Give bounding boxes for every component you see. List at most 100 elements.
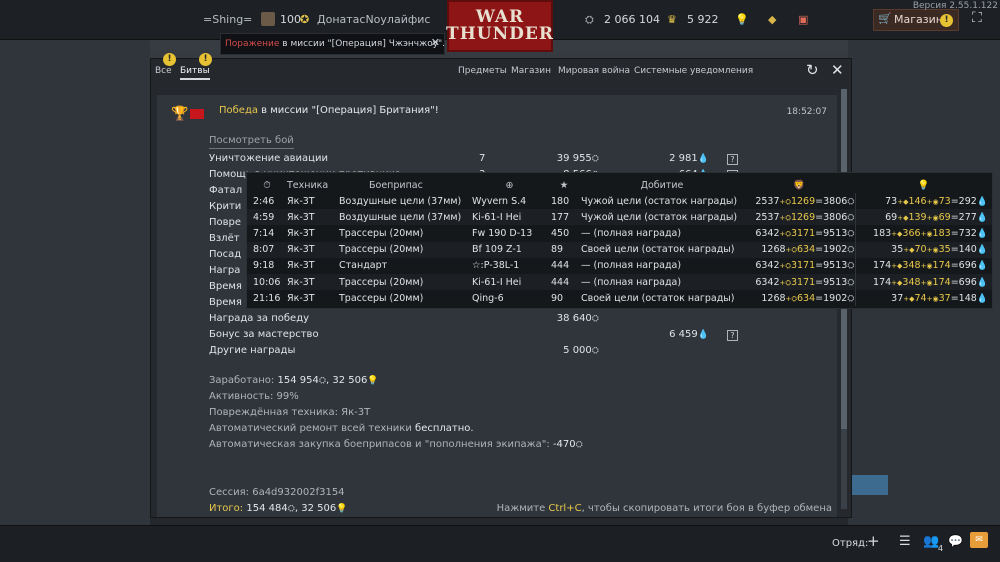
reward-rp: 2 981💧 bbox=[629, 153, 709, 164]
toast-text: в миссии "[Операция] Чжэнчжоу". bbox=[279, 39, 446, 49]
tab-system-notifications[interactable]: Системные уведомления bbox=[634, 66, 753, 76]
player-rank: 100 bbox=[280, 13, 301, 26]
cart-icon: 🛒 bbox=[878, 12, 892, 25]
kill-row: 10:06 Як-3Т Трассеры (20мм) Ki-61-I Hei 444—… bbox=[247, 273, 992, 291]
tab-all-warning-icon: ! bbox=[163, 53, 176, 66]
close-icon[interactable]: ✕ bbox=[831, 61, 844, 79]
reward-label: Другие награды bbox=[209, 345, 296, 356]
research-bulb-icon: 💡 bbox=[917, 179, 930, 191]
reward-label: Посад bbox=[209, 249, 242, 260]
kill-time: 10:06 bbox=[247, 273, 287, 291]
kill-finish: Чужой цели (остаток награды) bbox=[581, 195, 738, 207]
golden-eagles-icon: ♛ bbox=[667, 13, 677, 26]
tab-all[interactable]: Все bbox=[155, 66, 172, 76]
kill-ammo: Трассеры (20мм) bbox=[339, 241, 472, 258]
help-icon[interactable]: ? bbox=[727, 330, 738, 341]
kill-finish: — (полная награда) bbox=[581, 227, 682, 239]
kill-finish: — (полная награда) bbox=[581, 273, 743, 291]
tab-shop[interactable]: Магазин bbox=[511, 66, 551, 76]
kills-tooltip: ⏱ Техника Боеприпас ⊕ ★ Добитие 🦁 💡 2:46… bbox=[246, 172, 993, 309]
shop-warning-icon: ! bbox=[940, 14, 953, 27]
kill-score: 90 bbox=[551, 292, 564, 304]
help-icon[interactable]: ? bbox=[727, 154, 738, 165]
tab-items[interactable]: Предметы bbox=[458, 66, 507, 76]
contacts-count: 4 bbox=[938, 544, 944, 553]
silver-lions-icon: 🦁 bbox=[793, 179, 805, 191]
kill-rp-reward: 69+◆139+◉69=277💧 bbox=[854, 209, 992, 226]
reward-silver-value: 5 000 bbox=[563, 345, 592, 356]
kill-time: 2:46 bbox=[253, 195, 275, 207]
add-squad-icon[interactable]: + bbox=[867, 532, 880, 550]
messages-icon[interactable]: ✉ bbox=[970, 532, 988, 548]
message-title: Победа в миссии "[Операция] Британия"! bbox=[219, 105, 439, 116]
kills-table-header: ⏱ Техника Боеприпас ⊕ ★ Добитие 🦁 💡 bbox=[247, 177, 992, 193]
reward-silver-value: 38 640 bbox=[556, 313, 592, 324]
kill-rp-reward: 174+◆348+◉174=696💧 bbox=[854, 257, 992, 274]
kill-finish: Чужой цели (остаток награды) bbox=[581, 209, 743, 226]
background-panel-left bbox=[0, 40, 150, 525]
premium-diamond-icon[interactable]: ◆ bbox=[768, 13, 776, 26]
kill-score: 180 bbox=[551, 195, 570, 207]
war-thunder-logo[interactable]: WAR THUNDER bbox=[446, 0, 553, 52]
kill-finish: Своей цели (остаток награды) bbox=[581, 292, 735, 304]
kill-silver-reward: 2537+⛭1269=3806⛭ bbox=[755, 195, 855, 207]
squad-name[interactable]: ДонатасNоулайфис bbox=[317, 13, 430, 26]
golden-eagles-balance: 5 922 bbox=[687, 13, 719, 26]
research-bulb-icon[interactable]: 💡 bbox=[735, 13, 749, 26]
kill-time: 8:07 bbox=[247, 241, 287, 258]
silver-lions-icon: ⛭ bbox=[575, 440, 583, 450]
kill-time: 4:59 bbox=[247, 209, 287, 226]
kill-time: 7:14 bbox=[253, 227, 275, 239]
kill-silver-reward: 2537+⛭1269=3806⛭ bbox=[743, 209, 855, 226]
reward-rp: 6 459💧 bbox=[629, 329, 709, 340]
squad-label: Отряд: bbox=[832, 538, 869, 549]
silver-lions-icon: ⛭ bbox=[318, 376, 327, 386]
toast-close-icon[interactable]: ✕ bbox=[431, 36, 440, 49]
reward-silver-value: 39 955 bbox=[556, 153, 592, 164]
timer-icon: ⏱ bbox=[263, 179, 271, 191]
kill-target: Bf 109 Z-1 bbox=[472, 241, 547, 258]
kill-vehicle: Як-3Т bbox=[287, 209, 339, 226]
damaged-vehicle-line: Повреждённая техника: Як-3Т bbox=[209, 407, 371, 418]
player-name[interactable]: =Shing= bbox=[203, 13, 252, 26]
kill-rp-reward: 183+◆366+◉183=732💧 bbox=[854, 225, 992, 242]
silver-lions-icon: ⛭ bbox=[287, 504, 295, 514]
game-version: Версия 2.55.1.122 bbox=[912, 1, 998, 11]
research-points-icon: 💧 bbox=[697, 154, 709, 164]
avatar[interactable] bbox=[261, 12, 275, 26]
list-icon[interactable]: ☰ bbox=[899, 534, 911, 549]
reward-label: Уничтожение авиации bbox=[209, 153, 328, 164]
shop-button[interactable]: 🛒 Магазин ! bbox=[873, 9, 959, 31]
message-time: 18:52:07 bbox=[786, 107, 827, 117]
restock-line: Автоматическая закупка боеприпасов и "по… bbox=[209, 439, 583, 450]
header-vehicle: Техника bbox=[287, 179, 329, 191]
kill-silver-reward: 6342+⛭3171=9513⛭ bbox=[755, 260, 855, 272]
tab-world-war[interactable]: Мировая война bbox=[558, 66, 630, 76]
battle-pass-icon[interactable]: ▣ bbox=[798, 13, 808, 26]
research-points-icon: 💧 bbox=[697, 330, 709, 340]
tab-battles[interactable]: Битвы bbox=[180, 66, 210, 80]
fullscreen-icon[interactable]: ⛶ bbox=[972, 10, 982, 26]
research-bulb-icon: 💡 bbox=[336, 504, 348, 514]
kill-target: Ki-61-I Hei bbox=[472, 209, 547, 226]
toast-result: Поражение bbox=[225, 39, 280, 49]
view-battle-button[interactable]: Посмотреть бой bbox=[209, 135, 294, 149]
kill-vehicle: Як-3Т bbox=[287, 227, 315, 239]
kill-target: Fw 190 D-13 bbox=[472, 227, 533, 239]
refresh-icon[interactable]: ↻ bbox=[806, 61, 819, 79]
kill-row: 4:59 Як-3Т Воздушные цели (37мм) Ki-61-I He… bbox=[247, 209, 992, 226]
reward-silver: 38 640⛭ bbox=[489, 313, 599, 324]
kill-ammo: Трассеры (20мм) bbox=[339, 273, 472, 291]
contacts-icon[interactable]: 👥 bbox=[923, 534, 939, 549]
kill-vehicle: Як-3Т bbox=[287, 273, 339, 291]
kill-row: 8:07 Як-3Т Трассеры (20мм) Bf 109 Z-1 89 Свое… bbox=[247, 241, 992, 258]
bottom-bar: Отряд: + ☰ 👥 4 💬 ✉ bbox=[0, 525, 1000, 562]
chat-bubble-icon[interactable]: 💬 bbox=[948, 534, 963, 548]
research-bulb-icon: 💡 bbox=[367, 376, 379, 386]
kill-vehicle: Як-3Т bbox=[287, 195, 315, 207]
notification-toast[interactable]: Поражение в миссии "[Операция] Чжэнчжоу"… bbox=[220, 33, 445, 55]
reward-label: Награда за победу bbox=[209, 313, 310, 324]
reward-label: Время bbox=[209, 297, 242, 308]
kill-vehicle: Як-3Т bbox=[287, 241, 339, 258]
target-crosshair-icon: ⊕ bbox=[505, 179, 514, 191]
